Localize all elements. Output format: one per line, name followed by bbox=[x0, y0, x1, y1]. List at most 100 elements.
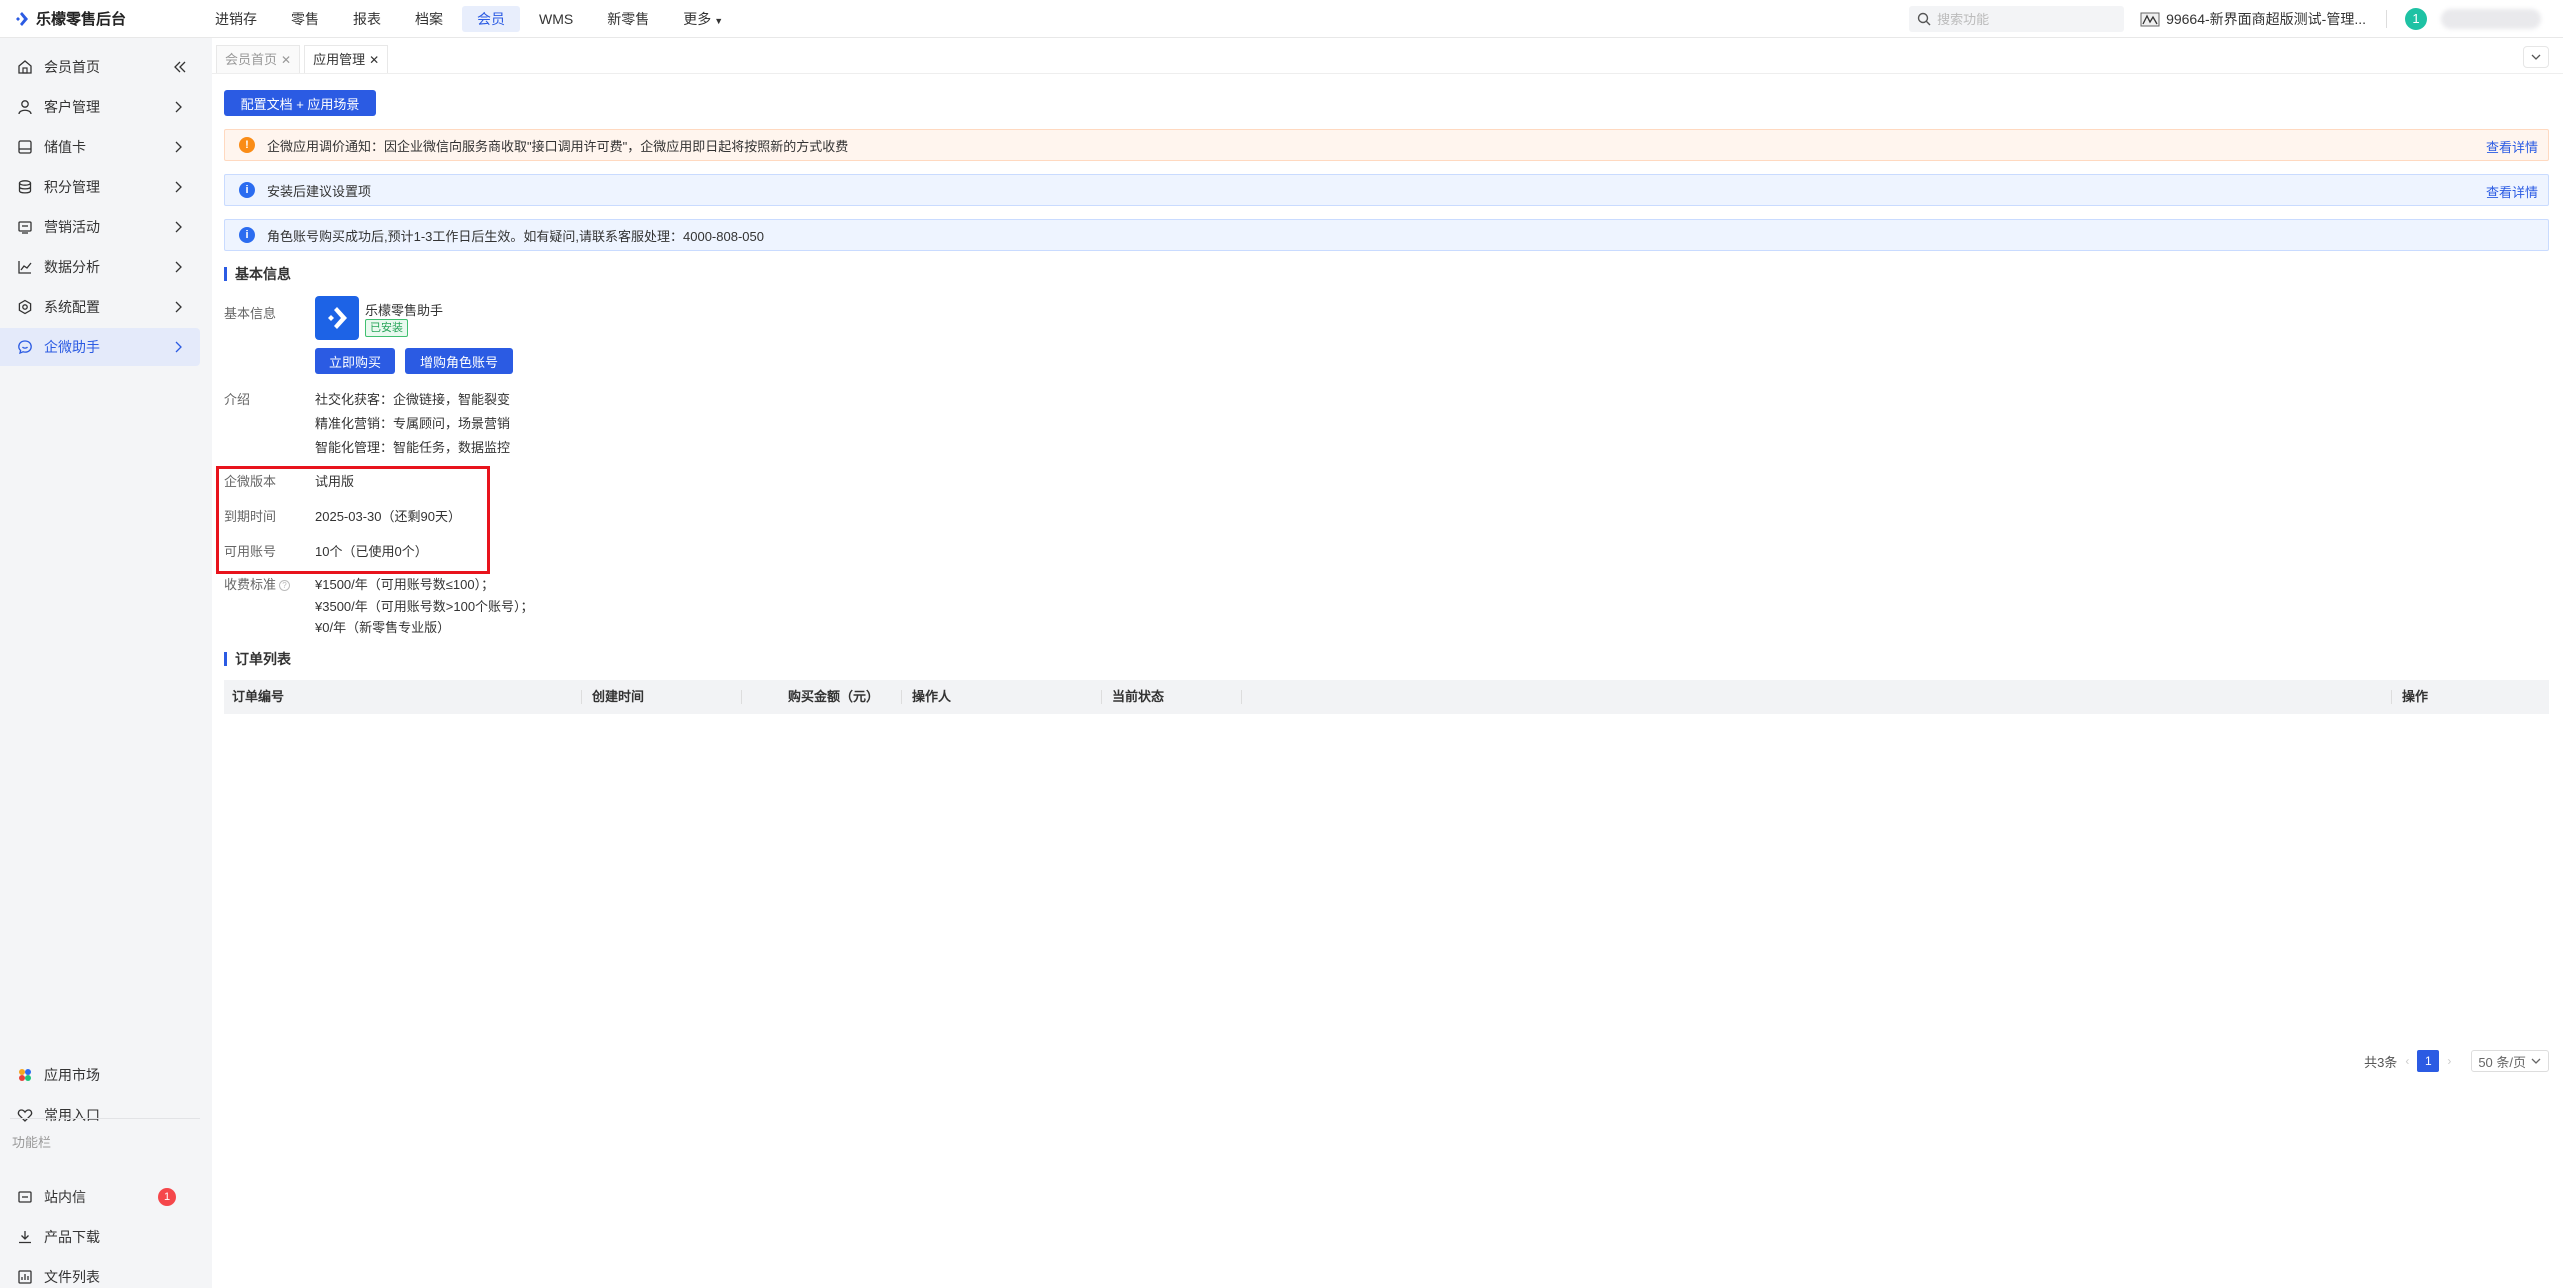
sidebar-item-label: 营销活动 bbox=[44, 219, 100, 235]
card-icon bbox=[16, 138, 34, 156]
view-details-link[interactable]: 查看详情 bbox=[2486, 137, 2538, 156]
sidebar-item-label: 数据分析 bbox=[44, 259, 100, 275]
page-size-select[interactable]: 50 条/页 bbox=[2471, 1050, 2549, 1072]
caret-down-icon: ▼ bbox=[714, 15, 724, 26]
topnav-item-wms[interactable]: WMS bbox=[524, 6, 588, 32]
coins-icon bbox=[16, 178, 34, 196]
basic-info-title: 基本信息 bbox=[224, 267, 291, 281]
buy-now-button[interactable]: 立即购买 bbox=[315, 348, 395, 374]
store-switcher[interactable]: 99664-新界面商超版测试-管理... bbox=[2140, 9, 2366, 29]
sidebar-item-label: 系统配置 bbox=[44, 299, 100, 315]
tabs-dropdown[interactable] bbox=[2523, 46, 2549, 68]
price-notice-alert: ! 企微应用调价通知：因企业微信向服务商收取"接口调用许可费"，企微应用即日起将… bbox=[224, 129, 2549, 161]
column-header-actions: 操作 bbox=[2402, 689, 2429, 704]
expire-label: 到期时间 bbox=[224, 509, 277, 524]
sidebar-item-points[interactable]: 积分管理 bbox=[0, 168, 200, 206]
intro-line: 社交化获客：企微链接，智能裂变 bbox=[315, 392, 511, 407]
page-number-current[interactable]: 1 bbox=[2417, 1050, 2440, 1072]
topnav-item-inventory[interactable]: 进销存 bbox=[200, 6, 272, 32]
sidebar-item-downloads[interactable]: 产品下载 bbox=[0, 1218, 200, 1256]
next-page-icon[interactable]: › bbox=[2447, 1054, 2451, 1068]
column-header-created-time: 创建时间 bbox=[592, 689, 645, 704]
sidebar-item-analytics[interactable]: 数据分析 bbox=[0, 248, 200, 286]
column-divider bbox=[901, 690, 902, 704]
sidebar-item-frequent[interactable]: 常用入口 bbox=[0, 1096, 200, 1134]
sidebar-item-label: 文件列表 bbox=[44, 1269, 100, 1285]
chevron-down-icon bbox=[2531, 1058, 2541, 1064]
fee-label: 收费标准? bbox=[224, 574, 291, 593]
sidebar-item-label: 常用入口 bbox=[44, 1107, 100, 1123]
view-details-link[interactable]: 查看详情 bbox=[2486, 182, 2538, 201]
intro-label: 介绍 bbox=[224, 392, 251, 407]
topnav-item-archive[interactable]: 档案 bbox=[400, 6, 458, 32]
messages-badge: 1 bbox=[158, 1188, 176, 1206]
tab-bar: 会员首页 ✕ 应用管理 ✕ bbox=[212, 38, 2563, 74]
main-content: 配置文档 + 应用场景 ! 企微应用调价通知：因企业微信向服务商收取"接口调用许… bbox=[212, 74, 2563, 1288]
info-icon: i bbox=[239, 182, 255, 198]
app-name: 乐檬零售助手 bbox=[365, 303, 444, 318]
topnav-item-member[interactable]: 会员 bbox=[462, 5, 520, 32]
header-right: 99664-新界面商超版测试-管理... 1 bbox=[1909, 0, 2563, 38]
user-icon bbox=[16, 98, 34, 116]
top-bar: 乐檬零售后台 进销存 零售 报表 档案 会员 WMS 新零售 更多▼ 99664… bbox=[0, 0, 2563, 38]
sidebar-item-marketing[interactable]: 营销活动 bbox=[0, 208, 200, 246]
sidebar-item-system-config[interactable]: 系统配置 bbox=[0, 288, 200, 326]
collapse-sidebar-icon[interactable] bbox=[172, 59, 188, 75]
config-doc-button[interactable]: 配置文档 + 应用场景 bbox=[224, 90, 376, 116]
settings-icon bbox=[16, 298, 34, 316]
close-icon[interactable]: ✕ bbox=[369, 46, 379, 74]
search-box[interactable] bbox=[1909, 6, 2125, 32]
topnav-item-retail[interactable]: 零售 bbox=[276, 6, 334, 32]
topnav-item-more[interactable]: 更多 ▼ bbox=[668, 6, 738, 32]
column-header-order-no: 订单编号 bbox=[232, 689, 285, 704]
tab-app-management[interactable]: 应用管理 ✕ bbox=[304, 45, 389, 74]
topnav-item-new-retail[interactable]: 新零售 bbox=[592, 6, 664, 32]
column-header-amount: 购买金额（元） bbox=[788, 689, 880, 704]
topnav-item-reports[interactable]: 报表 bbox=[338, 6, 396, 32]
pagination: 共3条 ‹ 1 › 50 条/页 bbox=[2364, 1050, 2549, 1072]
sidebar-item-member-home[interactable]: 会员首页 bbox=[0, 48, 200, 86]
sidebar-item-label: 应用市场 bbox=[44, 1067, 100, 1083]
version-value: 试用版 bbox=[315, 474, 355, 489]
brand-icon bbox=[16, 11, 28, 26]
chevron-right-icon bbox=[175, 261, 182, 273]
accounts-label: 可用账号 bbox=[224, 544, 277, 559]
mail-icon bbox=[16, 1188, 34, 1206]
chevron-right-icon bbox=[175, 101, 182, 113]
tab-label: 应用管理 bbox=[313, 51, 366, 67]
sidebar-item-customers[interactable]: 客户管理 bbox=[0, 88, 200, 126]
page-size-value: 50 条/页 bbox=[2478, 1054, 2526, 1070]
notification-badge[interactable]: 1 bbox=[2405, 8, 2427, 30]
chevron-right-icon bbox=[175, 341, 182, 353]
sidebar-item-messages[interactable]: 站内信 1 bbox=[0, 1178, 200, 1216]
sidebar-item-wecom-assistant[interactable]: 企微助手 bbox=[0, 328, 200, 366]
help-icon[interactable]: ? bbox=[279, 580, 291, 591]
sidebar-item-label: 储值卡 bbox=[44, 139, 86, 155]
sidebar-item-app-market[interactable]: 应用市场 bbox=[0, 1056, 200, 1094]
sidebar-item-label: 站内信 bbox=[44, 1189, 86, 1205]
prev-page-icon[interactable]: ‹ bbox=[2405, 1054, 2409, 1068]
buy-role-account-button[interactable]: 增购角色账号 bbox=[405, 348, 513, 374]
warning-icon: ! bbox=[239, 137, 255, 153]
app-logo[interactable]: 乐檬零售后台 bbox=[0, 8, 200, 29]
intro-line: 智能化管理：智能任务，数据监控 bbox=[315, 440, 511, 455]
sidebar-item-stored-card[interactable]: 储值卡 bbox=[0, 128, 200, 166]
sidebar: 会员首页 客户管理 储值卡 积分管理 营销活动 数据分析 系统配置 企微助手 应… bbox=[0, 38, 212, 1288]
store-icon bbox=[2140, 12, 2160, 27]
chevron-right-icon bbox=[175, 181, 182, 193]
campaign-icon bbox=[16, 218, 34, 236]
total-count: 共3条 bbox=[2364, 1054, 2398, 1070]
alert-text: 角色账号购买成功后,预计1-3工作日后生效。如有疑问,请联系客服处理：4000-… bbox=[267, 228, 764, 244]
column-divider bbox=[1101, 690, 1102, 704]
search-input[interactable] bbox=[1937, 11, 2108, 27]
tab-member-home[interactable]: 会员首页 ✕ bbox=[216, 45, 301, 74]
column-divider bbox=[1241, 690, 1242, 704]
chevron-right-icon bbox=[175, 141, 182, 153]
app-title: 乐檬零售后台 bbox=[36, 11, 127, 28]
download-icon bbox=[16, 1228, 34, 1246]
user-avatar-name[interactable] bbox=[2441, 9, 2541, 29]
alert-text: 企微应用调价通知：因企业微信向服务商收取"接口调用许可费"，企微应用即日起将按照… bbox=[267, 138, 849, 154]
sidebar-item-files[interactable]: 文件列表 bbox=[0, 1258, 200, 1288]
close-icon[interactable]: ✕ bbox=[281, 46, 291, 74]
column-divider bbox=[581, 690, 582, 704]
